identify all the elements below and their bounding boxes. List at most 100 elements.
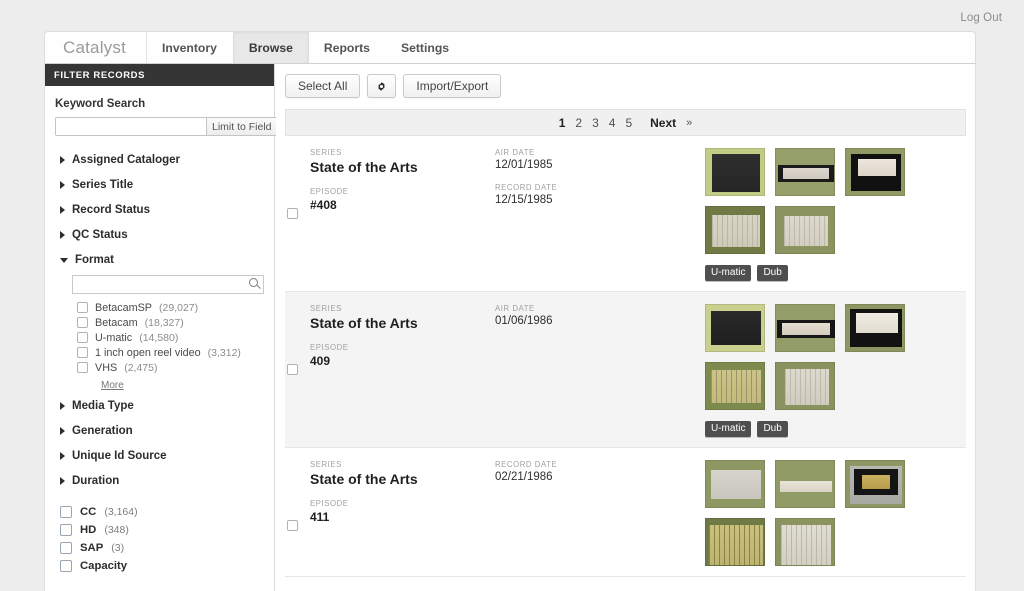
checkbox[interactable] <box>77 347 88 358</box>
record-select-checkbox[interactable] <box>287 208 298 219</box>
flag-capacity[interactable]: Capacity <box>55 557 264 575</box>
facet-label: Generation <box>72 425 133 437</box>
record-select-checkbox[interactable] <box>287 520 298 531</box>
checkbox[interactable] <box>77 302 88 313</box>
record-row[interactable]: SERIES State of the Arts EPISODE 411 REC… <box>285 448 966 577</box>
record-select-checkbox[interactable] <box>287 364 298 375</box>
app-logo[interactable]: Catalyst <box>45 32 148 63</box>
checkbox[interactable] <box>77 332 88 343</box>
record-thumbnails: U-matic Dub <box>705 304 966 437</box>
facet-series-title[interactable]: Series Title <box>55 172 264 197</box>
filter-panel-title: FILTER RECORDS <box>45 64 274 86</box>
record-row[interactable]: SERIES State of the Arts EPISODE 409 AIR… <box>285 292 966 448</box>
field-record-date: RECORD DATE 02/21/1986 <box>495 460 705 483</box>
option-count: (3,312) <box>207 346 241 359</box>
facet-label: Format <box>75 254 114 266</box>
format-more-link[interactable]: More <box>101 380 124 391</box>
flag-count: (3) <box>111 542 125 554</box>
facet-assigned-cataloger[interactable]: Assigned Cataloger <box>55 147 264 172</box>
nav-tab-reports[interactable]: Reports <box>309 32 386 63</box>
settings-button[interactable] <box>367 74 397 98</box>
facet-media-type[interactable]: Media Type <box>55 393 264 418</box>
format-option-betacam[interactable]: Betacam (18,327) <box>55 315 264 330</box>
nav-tab-inventory[interactable]: Inventory <box>147 32 233 63</box>
thumbnail-image[interactable] <box>705 362 765 410</box>
thumbnail-image[interactable] <box>775 148 835 196</box>
thumbnail-image[interactable] <box>705 518 765 566</box>
format-option-betacamsp[interactable]: BetacamSP (29,027) <box>55 300 264 315</box>
format-option-vhs[interactable]: VHS (2,475) <box>55 360 264 375</box>
next-page-button[interactable]: Next <box>650 116 676 130</box>
facet-label: Record Status <box>72 204 150 216</box>
field-series: SERIES State of the Arts <box>310 304 495 331</box>
tag-format[interactable]: U-matic <box>705 265 752 281</box>
thumbnail-image[interactable] <box>705 460 765 508</box>
thumbnail-image[interactable] <box>845 304 905 352</box>
tag-generation[interactable]: Dub <box>757 421 788 437</box>
record-row[interactable]: SERIES State of the Arts EPISODE #408 AI… <box>285 136 966 292</box>
facet-qc-status[interactable]: QC Status <box>55 222 264 247</box>
tag-format[interactable]: U-matic <box>705 421 752 437</box>
format-search-input[interactable] <box>72 275 264 294</box>
page-link-3[interactable]: 3 <box>592 116 599 130</box>
record-meta: SERIES State of the Arts EPISODE 411 <box>285 460 495 566</box>
checkbox[interactable] <box>77 317 88 328</box>
thumbnail-image[interactable] <box>775 460 835 508</box>
checkbox[interactable] <box>60 524 72 536</box>
keyword-search-row: Limit to Field <box>55 117 288 136</box>
facet-label: Unique Id Source <box>72 450 167 462</box>
thumbnail-image[interactable] <box>775 206 835 254</box>
thumbnail-image[interactable] <box>705 148 765 196</box>
thumbnail-image[interactable] <box>705 206 765 254</box>
thumbnail-image[interactable] <box>845 460 905 508</box>
flag-hd[interactable]: HD (348) <box>55 521 264 539</box>
thumbnail-image[interactable] <box>845 148 905 196</box>
page-link-4[interactable]: 4 <box>609 116 616 130</box>
nav-tab-settings[interactable]: Settings <box>386 32 465 63</box>
page-link-1[interactable]: 1 <box>559 116 566 130</box>
facet-duration[interactable]: Duration <box>55 468 264 493</box>
facet-label: Duration <box>72 475 120 487</box>
field-episode: EPISODE 411 <box>310 499 495 524</box>
series-title: State of the Arts <box>310 159 418 175</box>
field-record-date: RECORD DATE 12/15/1985 <box>495 183 705 206</box>
tag-generation[interactable]: Dub <box>757 265 788 281</box>
page-link-2[interactable]: 2 <box>575 116 582 130</box>
thumbnail-image[interactable] <box>775 304 835 352</box>
facet-format[interactable]: Format <box>55 247 264 272</box>
import-export-button[interactable]: Import/Export <box>403 74 502 98</box>
flag-sap[interactable]: SAP (3) <box>55 539 264 557</box>
select-all-button[interactable]: Select All <box>285 74 361 98</box>
keyword-search-label: Keyword Search <box>55 98 146 110</box>
format-option-1-inch-open-reel-video[interactable]: 1 inch open reel video (3,312) <box>55 345 264 360</box>
checkbox[interactable] <box>60 542 72 554</box>
record-meta: SERIES State of the Arts EPISODE 409 <box>285 304 495 437</box>
nav-tab-browse[interactable]: Browse <box>232 32 309 63</box>
thumbnail-image[interactable] <box>775 518 835 566</box>
chevron-right-icon <box>60 206 65 214</box>
content-sheet: FILTER RECORDS Keyword Search Limit to F… <box>44 64 976 591</box>
checkbox[interactable] <box>60 560 72 572</box>
facet-label: QC Status <box>72 229 128 241</box>
flag-label: SAP <box>80 542 104 554</box>
option-label: U-matic <box>95 331 133 344</box>
logout-link[interactable]: Log Out <box>960 12 1002 24</box>
record-meta: SERIES State of the Arts EPISODE #408 <box>285 148 495 281</box>
record-thumbnails <box>705 460 966 566</box>
main-navigation: Catalyst Inventory Browse Reports Settin… <box>44 31 976 64</box>
facet-record-status[interactable]: Record Status <box>55 197 264 222</box>
checkbox[interactable] <box>60 506 72 518</box>
checkbox[interactable] <box>77 362 88 373</box>
facet-unique-id-source[interactable]: Unique Id Source <box>55 443 264 468</box>
thumbnail-image[interactable] <box>705 304 765 352</box>
episode-value: #408 <box>310 198 337 212</box>
thumbnail-image[interactable] <box>775 362 835 410</box>
record-tags: U-matic Dub <box>705 265 966 281</box>
page-link-5[interactable]: 5 <box>625 116 632 130</box>
facet-generation[interactable]: Generation <box>55 418 264 443</box>
flag-label: Capacity <box>80 560 128 572</box>
keyword-search-input[interactable] <box>55 117 206 136</box>
app-root: Log Out Catalyst Inventory Browse Report… <box>0 0 1024 591</box>
flag-cc[interactable]: CC (3,164) <box>55 503 264 521</box>
format-option-u-matic[interactable]: U-matic (14,580) <box>55 330 264 345</box>
